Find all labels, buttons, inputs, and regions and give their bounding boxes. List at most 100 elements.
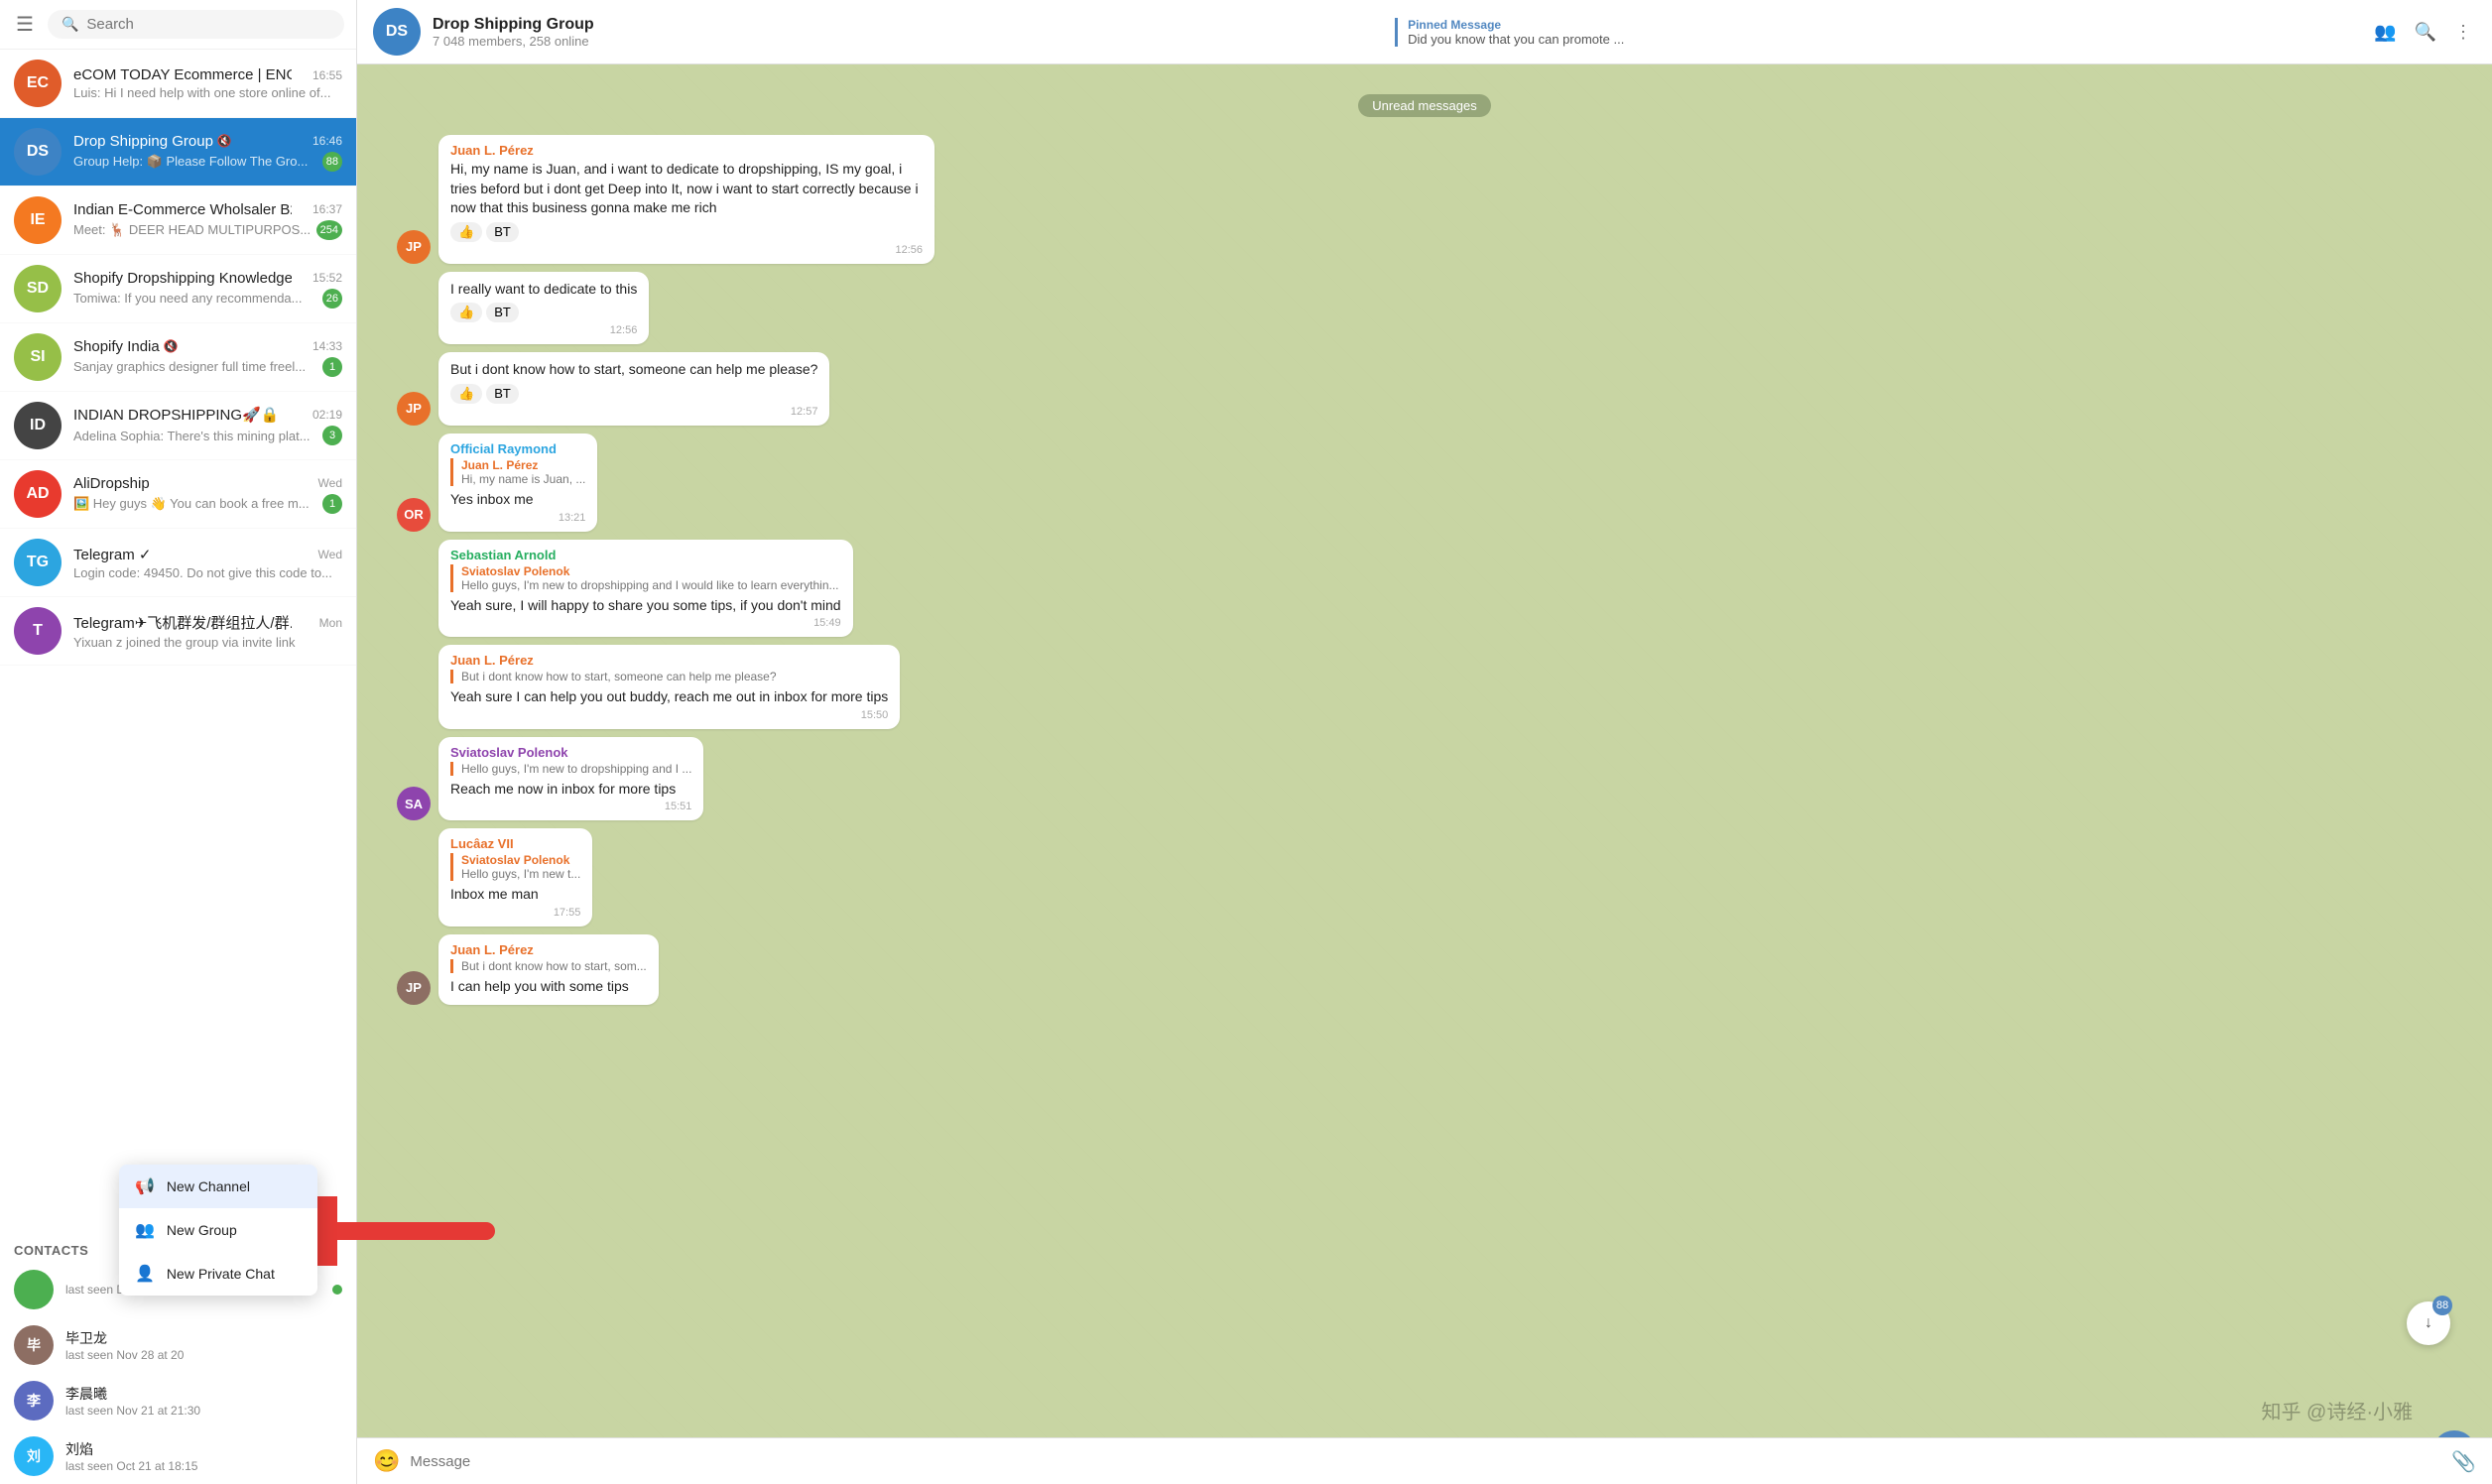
contact-name-c4: 刘焰: [65, 1439, 342, 1459]
message-row-m2: I really want to dedicate to this👍BT12:5…: [397, 272, 2452, 345]
message-row-m4: OROfficial RaymondJuan L. PérezHi, my na…: [397, 433, 2452, 532]
chat-time-drop-shipping-group: 16:46: [312, 134, 342, 148]
chat-name-row-telegram-official: Telegram ✓Wed: [73, 546, 342, 563]
chat-time-shopify-india: 14:33: [312, 339, 342, 353]
message-bubble-m9: Juan L. PérezBut i dont know how to star…: [438, 934, 659, 1005]
message-text-m1: Hi, my name is Juan, and i want to dedic…: [450, 160, 923, 218]
context-menu-item-new-private-chat[interactable]: 👤New Private Chat: [119, 1252, 317, 1296]
context-menu-icon-new-group: 👥: [135, 1220, 155, 1240]
message-reply-m5: Sviatoslav PolenokHello guys, I'm new to…: [450, 564, 841, 592]
emoji-button[interactable]: 😊: [373, 1448, 400, 1474]
message-bubble-m1: Juan L. PérezHi, my name is Juan, and i …: [438, 135, 934, 264]
attach-button[interactable]: 📎: [2451, 1449, 2476, 1474]
pinned-message-area[interactable]: Pinned Message Did you know that you can…: [1395, 18, 2358, 47]
chat-preview-text-ecom-today: Luis: Hi I need help with one store onli…: [73, 85, 330, 100]
message-input[interactable]: [410, 1453, 2441, 1470]
chat-info-alidropship: AliDropshipWed 🖼️ Hey guys 👋 You can book…: [73, 475, 342, 514]
reply-text-m7: Hello guys, I'm new to dropshipping and …: [461, 762, 691, 776]
message-bubble-m7: Sviatoslav PolenokHello guys, I'm new to…: [438, 737, 703, 821]
message-sender-m9: Juan L. Pérez: [450, 942, 647, 957]
chat-item-drop-shipping-group[interactable]: DSDrop Shipping Group🔇16:46Group Help: 📦…: [0, 118, 356, 186]
chat-preview-telegram-official: Login code: 49450. Do not give this code…: [73, 565, 342, 580]
contact-item-c2[interactable]: 毕毕卫龙last seen Nov 28 at 20: [0, 1317, 356, 1373]
message-avatar-m4: OR: [397, 498, 431, 532]
chat-preview-shopify-dropshipping: Tomiwa: If you need any recommenda...26: [73, 289, 342, 309]
reaction-bar-m3: 👍BT: [450, 384, 817, 404]
message-bubble-m8: Lucâaz VIISviatoslav PolenokHello guys, …: [438, 828, 592, 927]
chat-preview-indian-dropshipping: Adelina Sophia: There's this mining plat…: [73, 426, 342, 445]
chat-item-telegram-cn[interactable]: TTelegram✈飞机群发/群组拉人/群... ✓MonYixuan z jo…: [0, 597, 356, 666]
contact-avatar-c2: 毕: [14, 1325, 54, 1365]
reaction-m1-1[interactable]: BT: [486, 222, 519, 242]
chat-avatar: DS: [373, 8, 421, 56]
search-input[interactable]: [86, 16, 330, 33]
chat-name-telegram-cn: Telegram✈飞机群发/群组拉人/群... ✓: [73, 612, 292, 633]
message-bubble-m2: I really want to dedicate to this👍BT12:5…: [438, 272, 649, 345]
contact-status-c4: last seen Oct 21 at 18:15: [65, 1459, 342, 1473]
chat-item-telegram-official[interactable]: TGTelegram ✓WedLogin code: 49450. Do not…: [0, 529, 356, 597]
context-menu-item-new-channel[interactable]: 📢New Channel: [119, 1165, 317, 1208]
chat-info-telegram-cn: Telegram✈飞机群发/群组拉人/群... ✓MonYixuan z joi…: [73, 612, 342, 650]
search-button[interactable]: 🔍: [2411, 18, 2440, 47]
reaction-m3-0[interactable]: 👍: [450, 384, 482, 404]
scroll-down-icon: ↓: [2425, 1314, 2432, 1332]
chat-item-shopify-india[interactable]: SIShopify India🔇14:33Sanjay graphics des…: [0, 323, 356, 392]
context-menu-icon-new-channel: 📢: [135, 1176, 155, 1196]
chat-header-name: Drop Shipping Group: [433, 16, 1383, 34]
message-time-m5: 15:49: [450, 617, 841, 629]
chat-item-shopify-dropshipping[interactable]: SDShopify Dropshipping Knowledge ...15:5…: [0, 255, 356, 323]
reaction-m2-1[interactable]: BT: [486, 303, 519, 322]
chat-info-shopify-india: Shopify India🔇14:33Sanjay graphics desig…: [73, 338, 342, 377]
chat-info-shopify-dropshipping: Shopify Dropshipping Knowledge ...15:52T…: [73, 270, 342, 309]
contact-avatar-c1: [14, 1270, 54, 1309]
chat-item-indian-ecommerce[interactable]: IEIndian E-Commerce Wholsaler B2...16:37…: [0, 186, 356, 255]
pinned-text: Did you know that you can promote ...: [1408, 32, 2358, 47]
chat-name-ecom-today: eCOM TODAY Ecommerce | ENG C...🔇: [73, 66, 292, 83]
chat-preview-indian-ecommerce: Meet: 🦌 DEER HEAD MULTIPURPOS...254: [73, 220, 342, 240]
scroll-down-button[interactable]: ↓ 88: [2407, 1301, 2450, 1345]
reaction-m1-0[interactable]: 👍: [450, 222, 482, 242]
message-sender-m4: Official Raymond: [450, 441, 585, 456]
badge-alidropship: 1: [322, 494, 342, 514]
chat-item-ecom-today[interactable]: ECeCOM TODAY Ecommerce | ENG C...🔇16:55L…: [0, 50, 356, 118]
chat-preview-text-drop-shipping-group: Group Help: 📦 Please Follow The Gro...: [73, 154, 308, 170]
chat-name-indian-dropshipping: INDIAN DROPSHIPPING🚀🔒: [73, 406, 279, 424]
chat-item-indian-dropshipping[interactable]: IDINDIAN DROPSHIPPING🚀🔒02:19Adelina Soph…: [0, 392, 356, 460]
reaction-m3-1[interactable]: BT: [486, 384, 519, 404]
reaction-m2-0[interactable]: 👍: [450, 303, 482, 322]
message-bubble-m6: Juan L. Pérez But i dont know how to star…: [438, 645, 900, 729]
message-avatar-m9: JP: [397, 971, 431, 1005]
chat-preview-text-alidropship: 🖼️ Hey guys 👋 You can book a free m...: [73, 496, 310, 512]
chat-avatar-drop-shipping-group: DS: [14, 128, 62, 176]
contact-item-c3[interactable]: 李李晨曦last seen Nov 21 at 21:30: [0, 1373, 356, 1428]
chat-input-area: 😊 📎: [357, 1437, 2492, 1484]
unread-divider: Unread messages: [397, 94, 2452, 117]
badge-indian-dropshipping: 3: [322, 426, 342, 445]
more-button[interactable]: ⋮: [2450, 18, 2476, 47]
reply-text-m8: Hello guys, I'm new t...: [461, 867, 580, 881]
chat-name-indian-ecommerce: Indian E-Commerce Wholsaler B2...: [73, 201, 292, 218]
message-avatar-m7: SA: [397, 787, 431, 820]
chat-preview-text-telegram-official: Login code: 49450. Do not give this code…: [73, 565, 332, 580]
reaction-bar-m2: 👍BT: [450, 303, 637, 322]
chat-preview-text-indian-dropshipping: Adelina Sophia: There's this mining plat…: [73, 429, 311, 443]
chat-item-alidropship[interactable]: ADAliDropshipWed🖼️ Hey guys 👋 You can bo…: [0, 460, 356, 529]
search-box[interactable]: 🔍: [48, 10, 344, 39]
hamburger-button[interactable]: ☰: [12, 8, 38, 41]
reply-sender-m8: Sviatoslav Polenok: [461, 853, 580, 867]
contact-avatar-c4: 刘: [14, 1436, 54, 1476]
sidebar: ☰ 🔍 ECeCOM TODAY Ecommerce | ENG C...🔇16…: [0, 0, 357, 1484]
chat-name-row-alidropship: AliDropshipWed: [73, 475, 342, 492]
context-menu-item-new-group[interactable]: 👥New Group: [119, 1208, 317, 1252]
chat-name-shopify-india: Shopify India🔇: [73, 338, 179, 355]
message-text-m3: But i dont know how to start, someone ca…: [450, 360, 817, 380]
chat-header-actions: 👥 🔍 ⋮: [2370, 18, 2476, 47]
members-button[interactable]: 👥: [2370, 18, 2400, 47]
search-icon: 🔍: [62, 16, 78, 33]
message-text-m4: Yes inbox me: [450, 490, 585, 510]
message-bubble-m5: Sebastian ArnoldSviatoslav PolenokHello …: [438, 540, 853, 638]
message-sender-m6: Juan L. Pérez: [450, 653, 888, 668]
contact-item-c4[interactable]: 刘刘焰last seen Oct 21 at 18:15: [0, 1428, 356, 1484]
online-dot-c1: [332, 1285, 342, 1295]
message-reply-m6: But i dont know how to start, someone ca…: [450, 670, 888, 683]
